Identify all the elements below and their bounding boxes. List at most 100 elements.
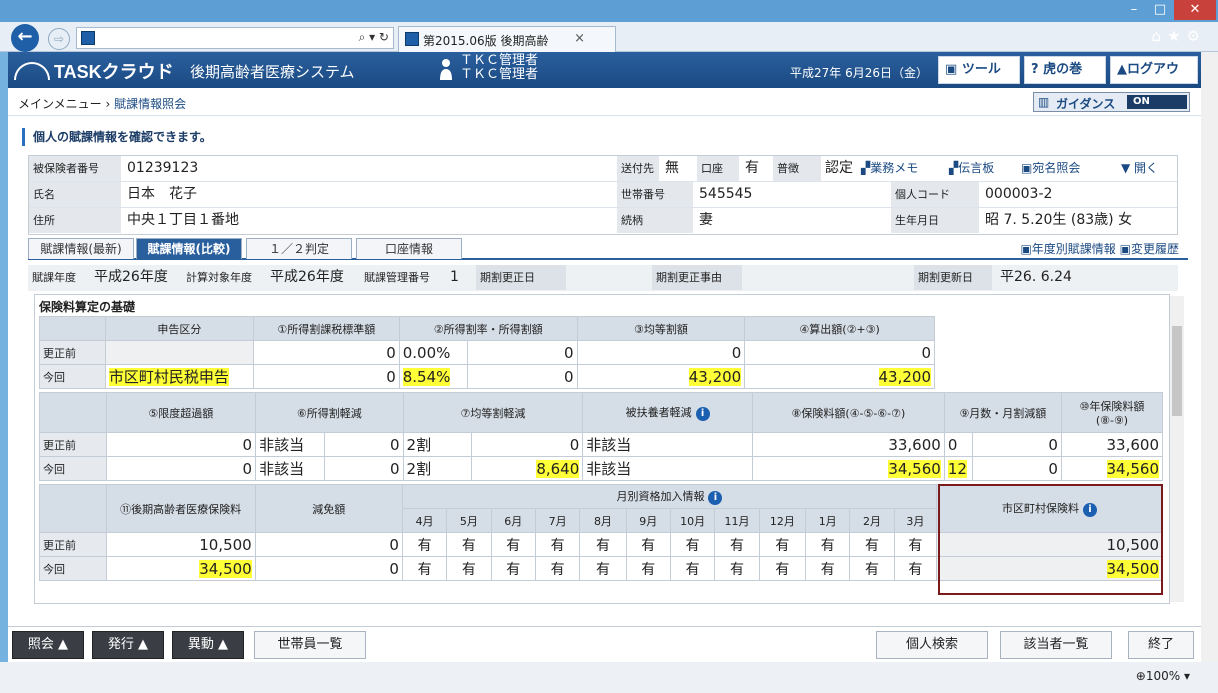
- annual-formula: (⑧-⑨): [1095, 414, 1129, 427]
- t3-now-month: 有: [625, 556, 671, 581]
- fy-value: 平成26年度: [94, 269, 168, 285]
- t3-before-month: 有: [401, 532, 448, 557]
- history-link[interactable]: ▣変更履歴: [1120, 242, 1179, 256]
- header-annual: ⑩年保険料額 (⑧-⑨): [1060, 392, 1164, 433]
- t2-before-month-red: 0: [972, 432, 1062, 457]
- zoom-level: 100%: [1145, 669, 1181, 683]
- tab-close-icon[interactable]: ×: [574, 31, 585, 46]
- tab-compare[interactable]: 賦課情報(比較): [136, 238, 242, 259]
- tab-latest[interactable]: 賦課情報(最新): [28, 238, 134, 259]
- section-title: 保険料算定の基礎: [39, 300, 136, 314]
- t2-before-flat-red: 2割: [402, 432, 473, 457]
- month-oct: 10月: [669, 508, 716, 533]
- guidance-toggle[interactable]: ▥ ガイダンス ON: [1033, 92, 1190, 112]
- household-label: 世帯番号: [617, 182, 693, 207]
- month-feb: 2月: [849, 508, 895, 533]
- tora-no-maki-button[interactable]: ? 虎の巻: [1024, 56, 1106, 84]
- month-jul: 7月: [534, 508, 581, 533]
- board-label: 伝言板: [958, 161, 995, 175]
- main-content: 個人の賦課情報を確認できます。 被保険者番号 01239123 送付先 無 口座…: [8, 116, 1201, 626]
- section-scrollbar[interactable]: [1170, 296, 1184, 602]
- month-dec: 12月: [758, 508, 807, 533]
- fy-label: 賦課年度: [28, 265, 84, 290]
- address-inquiry-link[interactable]: ▣宛名照会: [1021, 156, 1080, 181]
- collect-value: 認定: [825, 160, 853, 176]
- tab-links: ▣年度別賦課情報 ▣変更履歴: [1020, 240, 1179, 257]
- t2-before-dependent: 非該当: [582, 432, 753, 457]
- end-button[interactable]: 終了: [1128, 631, 1194, 659]
- target-list-button[interactable]: 該当者一覧: [1000, 631, 1112, 659]
- revise-date-label: 期割更正日: [476, 265, 566, 290]
- info-row-1: 被保険者番号 01239123 送付先 無 口座 有 普徴 認定 ▞業務メモ ▞…: [29, 156, 1177, 182]
- logo-text: TASKクラウド: [54, 62, 174, 82]
- header-income-base: ①所得割課税標準額: [252, 316, 400, 341]
- minimize-button[interactable]: –: [1120, 0, 1148, 20]
- breadcrumb-home[interactable]: メインメニュー: [18, 97, 102, 111]
- t2-now-annual: 34,560: [1106, 459, 1159, 478]
- browser-home-favorites-settings-icons[interactable]: ⌂★⚙: [1152, 27, 1206, 45]
- tool-button[interactable]: ▣ ツール: [938, 56, 1020, 84]
- mgmt-value: 1: [450, 269, 459, 285]
- message-board-link[interactable]: ▞伝言板: [949, 156, 994, 181]
- scrollbar-thumb[interactable]: [1172, 326, 1182, 416]
- t3-before-month: 有: [625, 532, 671, 557]
- issue-menu-button[interactable]: 発行 ▲: [92, 631, 164, 659]
- open-link[interactable]: ▼ 開く: [1121, 156, 1158, 181]
- t1-now-rate: 8.54%: [402, 367, 451, 386]
- info-icon[interactable]: i: [695, 407, 710, 421]
- t3-before-month: 有: [534, 532, 581, 557]
- monthly-eligibility-label: 月別資格加入情報: [616, 490, 705, 503]
- t1-now-income-amount: 0: [466, 364, 578, 389]
- browser-window: – □ ✕ ← ⇨ ⌕ ▾ ↻ 第2015.06版 後期高齢 × ⌂★⚙ TAS…: [0, 0, 1218, 693]
- business-memo-link[interactable]: ▞業務メモ: [861, 156, 918, 181]
- household-list-button[interactable]: 世帯員一覧: [254, 631, 366, 659]
- account-label: 口座: [697, 156, 739, 181]
- row-label-before: 更正前: [39, 432, 107, 457]
- person-search-button[interactable]: 個人検索: [876, 631, 988, 659]
- page-message: 個人の賦課情報を確認できます。: [22, 128, 212, 146]
- zoom-control[interactable]: ⊕100% ▾: [1136, 669, 1190, 683]
- tab-favicon-icon: [405, 32, 419, 46]
- logout-button[interactable]: ▲ログアウト: [1110, 56, 1198, 103]
- t2-before-income-red-amt: 0: [323, 432, 404, 457]
- user-name-1: ＴＫＣ管理者: [460, 53, 539, 68]
- month-jun: 6月: [490, 508, 536, 533]
- footer-toolbar: 照会 ▲ 発行 ▲ 異動 ▲ 世帯員一覧 個人検索 該当者一覧 終了: [8, 626, 1201, 662]
- tab-title: 第2015.06版 後期高齢: [423, 34, 549, 48]
- t3-now-month: 有: [401, 556, 448, 581]
- app-header: TASKクラウド 後期高齢者医療システム ＴＫＣ管理者 ＴＫＣ管理者 平成27年 …: [8, 52, 1201, 103]
- browser-tab[interactable]: 第2015.06版 後期高齢 ×: [398, 26, 616, 52]
- ins-no-label: 被保険者番号: [29, 156, 121, 181]
- site-favicon-icon: [81, 31, 95, 45]
- yearly-link[interactable]: ▣年度別賦課情報: [1020, 242, 1115, 256]
- forward-button[interactable]: ⇨: [48, 28, 70, 50]
- inquiry-menu-button[interactable]: 照会 ▲: [12, 631, 84, 659]
- guidance-icon: ▥: [1038, 95, 1050, 109]
- address-actions[interactable]: ⌕ ▾ ↻: [359, 30, 389, 45]
- back-button[interactable]: ←: [11, 24, 39, 52]
- relation-label: 続柄: [617, 208, 693, 233]
- tab-half-judgement[interactable]: １／２判定: [246, 238, 352, 259]
- guidance-state: ON: [1127, 95, 1187, 109]
- maximize-button[interactable]: □: [1146, 0, 1174, 20]
- user-name-2: ＴＫＣ管理者: [460, 67, 539, 82]
- window-icon: ▣: [1119, 242, 1131, 256]
- t1-before-income-amount: 0: [466, 340, 578, 365]
- row-label-now: 今回: [39, 456, 107, 481]
- window-icon: ▣: [1021, 161, 1033, 175]
- zoom-icon: ⊕: [1135, 669, 1146, 683]
- name-label: 氏名: [29, 182, 121, 207]
- account-value: 有: [745, 160, 759, 176]
- t3-before-premium: 10,500: [105, 532, 256, 557]
- close-window-button[interactable]: ✕: [1174, 0, 1216, 20]
- address-bar[interactable]: ⌕ ▾ ↻: [76, 27, 394, 49]
- t3-now-month: 有: [849, 556, 895, 581]
- month-nov: 11月: [714, 508, 760, 533]
- tab-account[interactable]: 口座情報: [356, 238, 462, 259]
- header-flat-reduction: ⑦均等割軽減: [402, 392, 584, 433]
- change-menu-button[interactable]: 異動 ▲: [172, 631, 244, 659]
- ins-no-value: 01239123: [127, 160, 199, 176]
- page-scrollbar[interactable]: [1201, 52, 1218, 662]
- info-icon[interactable]: i: [708, 491, 723, 505]
- t2-now-dependent: 非該当: [582, 456, 753, 481]
